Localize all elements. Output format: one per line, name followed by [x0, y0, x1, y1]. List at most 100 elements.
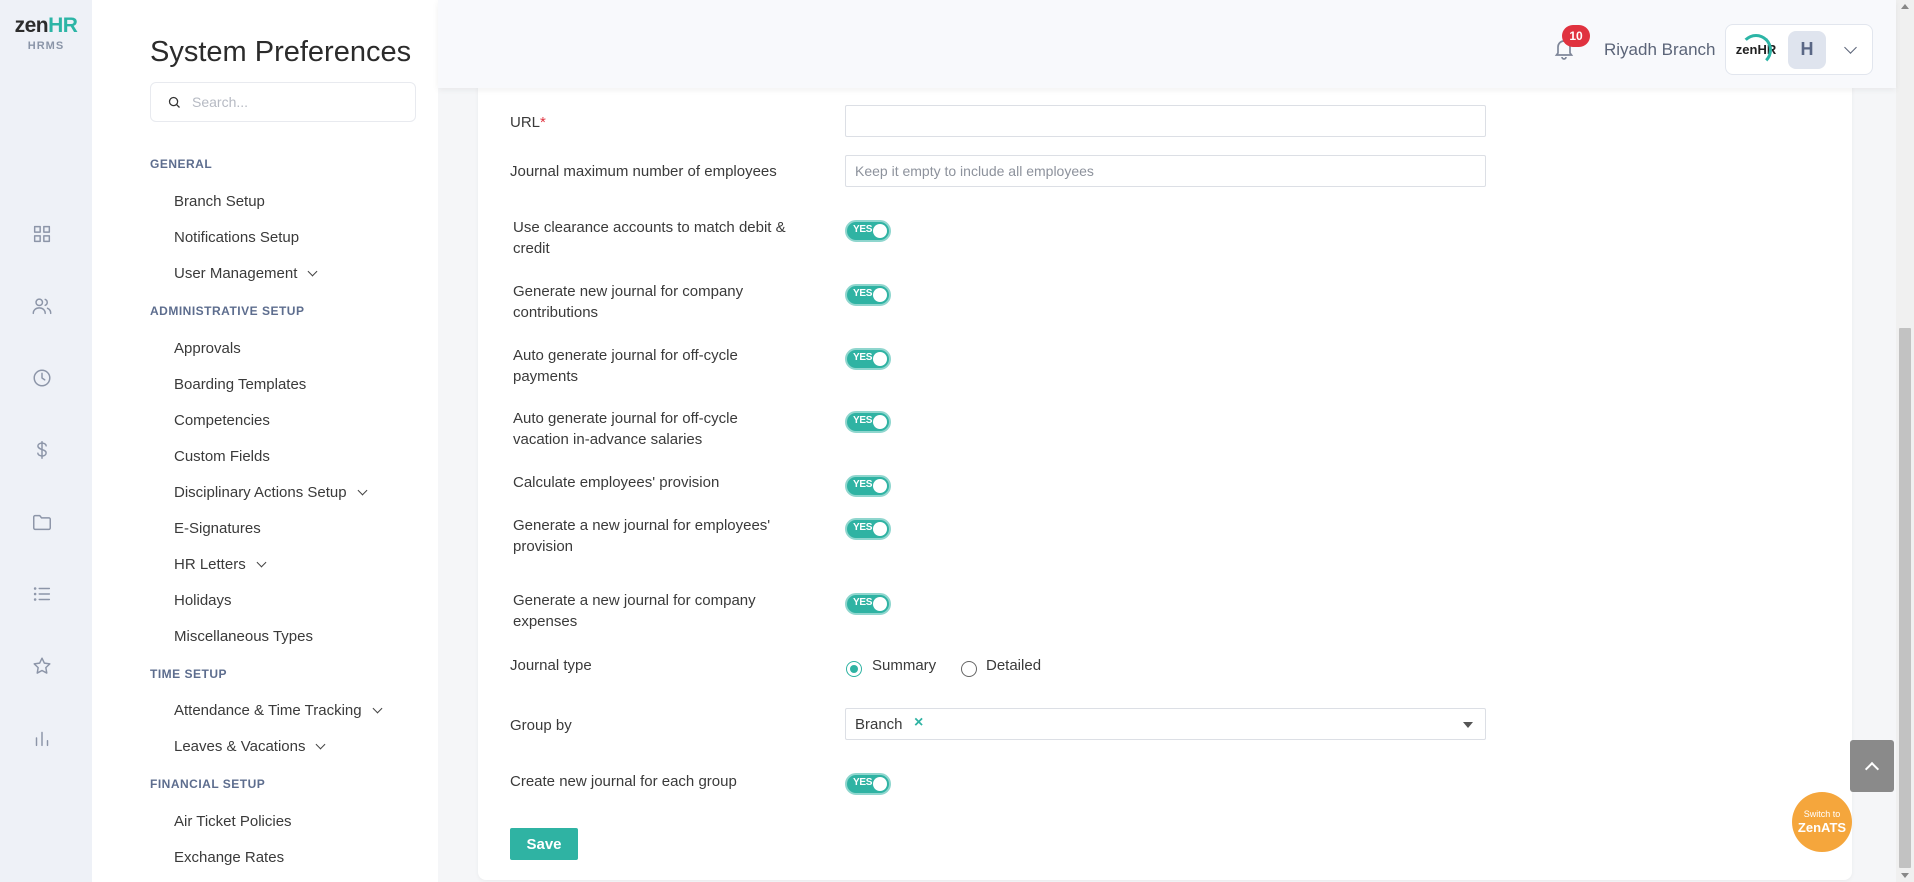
people-icon[interactable] [28, 292, 56, 320]
group-by-select[interactable]: Branch × [845, 708, 1486, 740]
folder-icon[interactable] [28, 508, 56, 536]
nav-item-custom-fields[interactable]: Custom Fields [174, 448, 270, 465]
nav-label: Notifications Setup [174, 229, 300, 246]
toggle-label-contributions: Generate new journal for company contrib… [513, 283, 744, 321]
max-employees-label: Journal maximum number of employees [510, 163, 777, 180]
offcycle-vacation-toggle[interactable]: YES [845, 411, 891, 433]
section-heading-time-setup: TIME SETUP [150, 667, 228, 681]
toggle-label-offcycle-vacation: Auto generate journal for off-cycle vaca… [513, 410, 738, 448]
nav-item-user-management[interactable]: User Management [174, 265, 318, 282]
bar-chart-icon[interactable] [28, 724, 56, 752]
logo-subtitle: HRMS [27, 40, 65, 52]
nav-item-air-ticket-policies[interactable]: Air Ticket Policies [174, 813, 292, 830]
save-button[interactable]: Save [510, 828, 578, 860]
toggle-text: YES [853, 415, 873, 426]
nav-item-leaves-vacations[interactable]: Leaves & Vacations [174, 738, 326, 755]
nav-label: Custom Fields [174, 448, 270, 465]
section-heading-financial: FINANCIAL SETUP [150, 777, 266, 791]
account-switcher[interactable]: zenHR H [1725, 24, 1873, 75]
caret-down-icon [1463, 722, 1473, 728]
nav-item-competencies[interactable]: Competencies [174, 412, 270, 429]
chevron-down-icon [316, 739, 326, 749]
max-employees-input[interactable] [845, 155, 1486, 187]
app-logo[interactable]: zenHR HRMS [0, 14, 92, 52]
nav-label: Air Ticket Policies [174, 813, 292, 830]
calc-provision-toggle[interactable]: YES [845, 475, 891, 497]
nav-item-attendance[interactable]: Attendance & Time Tracking [174, 702, 383, 719]
nav-label: Competencies [174, 412, 270, 429]
preferences-sidebar: System Preferences GENERAL Branch Setup … [92, 0, 438, 882]
nav-label: Holidays [174, 592, 232, 609]
star-icon[interactable] [28, 652, 56, 680]
scrollbar-thumb[interactable] [1899, 328, 1911, 868]
nav-item-miscellaneous-types[interactable]: Miscellaneous Types [174, 628, 313, 645]
icon-rail: zenHR HRMS [0, 0, 92, 882]
search-input[interactable] [192, 94, 392, 110]
nav-label: Leaves & Vacations [174, 738, 306, 755]
nav-label: Approvals [174, 340, 241, 357]
clock-icon[interactable] [28, 364, 56, 392]
switch-ats-line1: Switch to [1803, 809, 1841, 819]
section-heading-general: GENERAL [150, 157, 213, 171]
url-label: URL* [510, 112, 546, 133]
toggle-text: YES [853, 597, 873, 608]
nav-item-notifications-setup[interactable]: Notifications Setup [174, 229, 299, 246]
toggle-label-offcycle-payments: Auto generate journal for off-cycle paym… [513, 347, 738, 385]
chevron-down-icon [1844, 40, 1857, 54]
nav-item-approvals[interactable]: Approvals [174, 340, 241, 357]
chevron-up-icon [1864, 761, 1880, 776]
sidebar-search[interactable] [150, 82, 416, 122]
url-label-text: URL [510, 114, 541, 131]
switch-to-zenats-button[interactable]: Switch to ZenATS [1792, 792, 1852, 852]
journal-type-summary-radio[interactable] [846, 661, 862, 677]
nav-item-hr-letters[interactable]: HR Letters [174, 556, 267, 573]
nav-item-exchange-rates[interactable]: Exchange Rates [174, 849, 284, 866]
avatar: H [1788, 30, 1826, 69]
clearance-toggle[interactable]: YES [845, 220, 891, 242]
sidebar-title: System Preferences [150, 36, 412, 68]
branch-name[interactable]: Riyadh Branch [1604, 40, 1716, 60]
journal-type-detailed-radio[interactable] [961, 661, 977, 677]
scroll-up-arrow-icon[interactable] [1901, 4, 1909, 9]
toggle-text: YES [853, 777, 873, 788]
remove-tag-icon[interactable]: × [914, 714, 923, 732]
nav-label: E-Signatures [174, 520, 261, 537]
journal-type-summary-label[interactable]: Summary [872, 657, 936, 674]
list-icon[interactable] [28, 580, 56, 608]
journal-type-detailed-label[interactable]: Detailed [986, 657, 1041, 674]
nav-item-disciplinary-actions[interactable]: Disciplinary Actions Setup [174, 484, 368, 501]
toggle-label-calc-provision: Calculate employees' provision [513, 474, 720, 491]
toggle-text: YES [853, 522, 873, 533]
journal-type-label: Journal type [510, 657, 592, 674]
contributions-toggle[interactable]: YES [845, 284, 891, 306]
each-group-toggle[interactable]: YES [845, 773, 891, 795]
toggle-knob [873, 777, 887, 791]
toggle-knob [873, 224, 887, 238]
employee-provision-toggle[interactable]: YES [845, 518, 891, 540]
nav-item-branch-setup[interactable]: Branch Setup [174, 193, 265, 210]
dollar-icon[interactable] [28, 436, 56, 464]
nav-item-e-signatures[interactable]: E-Signatures [174, 520, 261, 537]
toggle-text: YES [853, 479, 873, 490]
toggle-text: YES [853, 288, 873, 299]
company-logo: zenHR [1736, 33, 1776, 67]
nav-item-holidays[interactable]: Holidays [174, 592, 232, 609]
chevron-down-icon [357, 485, 368, 495]
dashboard-icon[interactable] [28, 220, 56, 248]
company-expenses-toggle[interactable]: YES [845, 593, 891, 615]
page-scrollbar[interactable] [1896, 0, 1914, 882]
toggle-text: YES [853, 352, 873, 363]
toggle-text: YES [853, 224, 873, 235]
section-heading-administrative: ADMINISTRATIVE SETUP [150, 304, 305, 318]
nav-label: Branch Setup [174, 193, 265, 210]
required-marker: * [540, 114, 546, 131]
scroll-down-arrow-icon[interactable] [1901, 873, 1909, 878]
offcycle-payments-toggle[interactable]: YES [845, 348, 891, 370]
nav-label: HR Letters [174, 556, 246, 573]
url-input[interactable] [845, 105, 1486, 137]
toggle-knob [873, 288, 887, 302]
back-to-top-button[interactable] [1850, 740, 1894, 792]
toggle-knob [873, 597, 887, 611]
nav-item-boarding-templates[interactable]: Boarding Templates [174, 376, 306, 393]
toggle-knob [873, 415, 887, 429]
